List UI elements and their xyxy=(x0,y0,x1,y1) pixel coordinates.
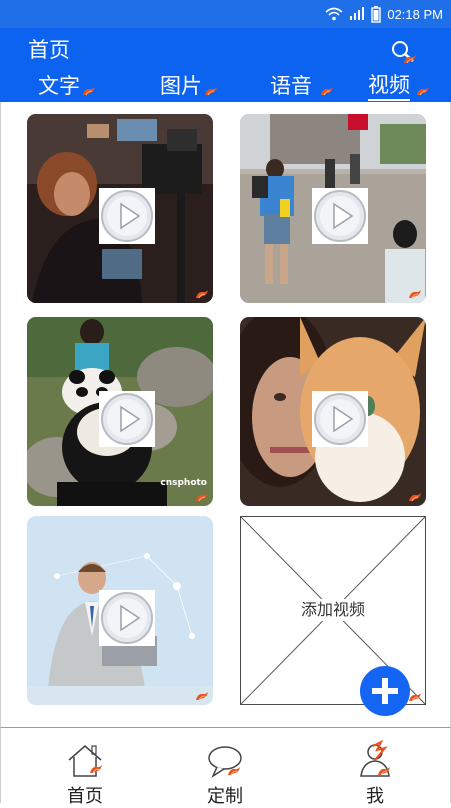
category-tabs: 文字 图片 语音 视频 xyxy=(0,70,451,102)
nav-label: 定制 xyxy=(207,786,243,807)
flame-icon xyxy=(408,492,422,502)
watermark-text: cnsphoto xyxy=(160,478,207,488)
flame-icon xyxy=(416,86,430,96)
signal-icon xyxy=(350,7,365,20)
tab-label: 视频 xyxy=(368,69,410,101)
play-icon[interactable] xyxy=(99,188,155,244)
page-title: 首页 xyxy=(28,38,70,62)
app-header: 首页 文字 图片 语音 视频 xyxy=(0,28,451,102)
video-thumbnail-2[interactable] xyxy=(240,114,426,303)
user-icon xyxy=(360,740,391,777)
tab-label: 文字 xyxy=(38,74,80,98)
search-icon[interactable] xyxy=(389,38,417,66)
flame-icon xyxy=(82,86,96,96)
tab-image[interactable]: 图片 xyxy=(160,70,218,100)
wifi-icon xyxy=(325,7,343,21)
add-video-button[interactable] xyxy=(360,666,410,716)
tab-label: 语音 xyxy=(270,74,312,98)
flame-icon xyxy=(408,289,422,299)
play-icon[interactable] xyxy=(99,590,155,646)
plus-icon xyxy=(372,678,398,704)
home-icon xyxy=(68,745,103,777)
nav-label: 首页 xyxy=(67,786,103,807)
flame-icon xyxy=(195,691,209,701)
flame-icon xyxy=(408,692,422,702)
flame-icon xyxy=(320,86,334,96)
video-thumbnail-1[interactable] xyxy=(27,114,213,303)
play-icon[interactable] xyxy=(312,391,368,447)
flame-icon xyxy=(195,492,209,502)
tab-label: 图片 xyxy=(160,74,202,98)
tab-video[interactable]: 视频 xyxy=(368,69,430,101)
play-icon[interactable] xyxy=(99,391,155,447)
tab-voice[interactable]: 语音 xyxy=(270,70,334,100)
nav-customize[interactable]: 定制 xyxy=(185,736,265,807)
nav-home[interactable]: 首页 xyxy=(45,736,125,807)
nav-profile[interactable]: 我 xyxy=(335,736,415,807)
tab-text[interactable]: 文字 xyxy=(38,70,96,100)
video-thumbnail-3[interactable]: cnsphoto xyxy=(27,317,213,506)
video-thumbnail-4[interactable] xyxy=(240,317,426,506)
battery-icon xyxy=(371,5,382,23)
chat-bubble-icon xyxy=(208,746,242,778)
add-video-label: 添加视频 xyxy=(241,599,425,621)
nav-label: 我 xyxy=(366,786,384,807)
status-bar: 02:18 PM xyxy=(0,0,451,28)
bottom-nav: 首页 定制 我 xyxy=(0,727,451,807)
video-grid: cnsphoto 添加视频 xyxy=(0,102,451,727)
video-thumbnail-5[interactable] xyxy=(27,516,213,705)
flame-icon xyxy=(195,289,209,299)
status-time: 02:18 PM xyxy=(387,6,443,22)
play-icon[interactable] xyxy=(312,188,368,244)
flame-icon xyxy=(204,86,218,96)
